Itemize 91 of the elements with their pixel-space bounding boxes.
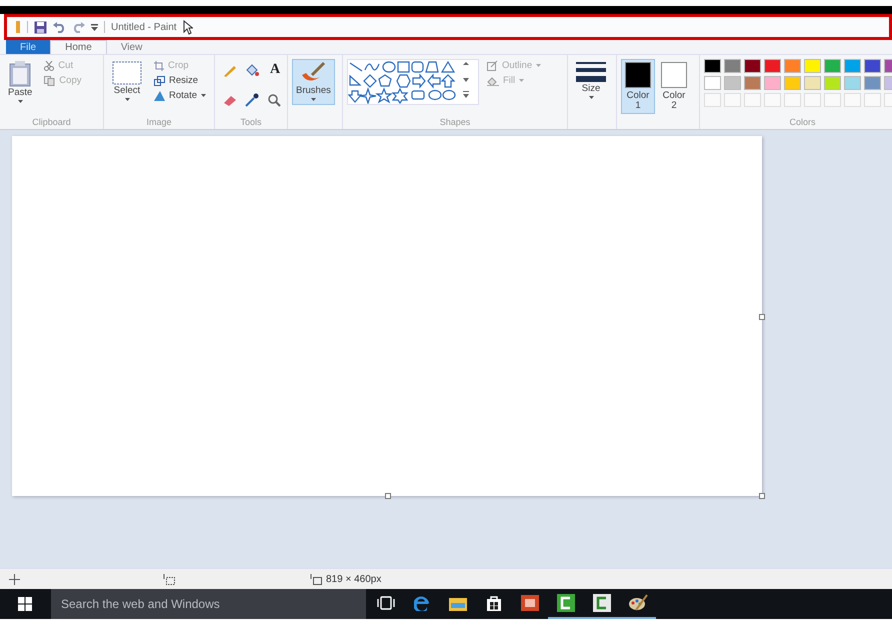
- palette-color[interactable]: [764, 59, 781, 73]
- magnifier-icon[interactable]: [267, 93, 281, 107]
- browser-logo-icon: [414, 595, 430, 611]
- resize-button[interactable]: Resize: [152, 74, 208, 87]
- undo-icon[interactable]: [53, 22, 66, 32]
- presentation-app-icon: [521, 595, 539, 611]
- canvas-size-icon: [310, 574, 322, 584]
- palette-color[interactable]: [784, 76, 801, 90]
- size-button[interactable]: Size: [572, 59, 610, 103]
- redo-icon[interactable]: [72, 22, 85, 32]
- empty-palette-slot[interactable]: [724, 93, 741, 107]
- caret-icon: [124, 98, 130, 101]
- window-title: Untitled - Paint: [111, 22, 177, 32]
- palette-color[interactable]: [804, 59, 821, 73]
- empty-palette-slot[interactable]: [704, 93, 721, 107]
- resize-handle[interactable]: [759, 314, 765, 320]
- rotate-icon: [154, 90, 165, 100]
- bracket-app-icon: [557, 594, 575, 612]
- pencil-icon[interactable]: [223, 63, 237, 77]
- fill-bucket-icon[interactable]: [245, 63, 259, 77]
- brushes-button[interactable]: Brushes: [292, 59, 335, 105]
- palette-color[interactable]: [824, 76, 841, 90]
- resize-icon: [154, 76, 165, 86]
- palette-color[interactable]: [744, 59, 761, 73]
- paint-app-icon[interactable]: [15, 20, 21, 34]
- outline-pen-icon: [487, 60, 498, 71]
- group-label: Tools: [240, 117, 262, 129]
- task-view-icon: [377, 596, 395, 610]
- group-label: Clipboard: [32, 117, 71, 129]
- caret-icon: [588, 96, 594, 99]
- line-widths-icon: [576, 61, 606, 83]
- caret-icon: [536, 64, 542, 67]
- file-tab[interactable]: File: [6, 40, 50, 54]
- save-icon[interactable]: [34, 20, 47, 34]
- group-label: Image: [146, 117, 172, 129]
- caret-icon: [201, 94, 206, 97]
- color-picker-icon[interactable]: [245, 93, 259, 107]
- palette-color[interactable]: [844, 76, 861, 90]
- group-label: Colors: [789, 117, 816, 129]
- group-label: Shapes: [440, 117, 470, 129]
- clipboard-icon: [9, 61, 32, 87]
- folder-icon: [449, 596, 467, 610]
- palette-color[interactable]: [864, 76, 881, 90]
- ribbon-tab[interactable]: Home: [50, 40, 107, 54]
- crop-icon: [154, 60, 164, 70]
- caret-icon: [18, 100, 23, 103]
- empty-palette-slot[interactable]: [784, 93, 801, 107]
- color-slot-button[interactable]: Color 2: [657, 59, 691, 114]
- mouse-pointer-icon: [182, 20, 193, 34]
- eraser-icon[interactable]: [223, 93, 237, 107]
- palette-brush-icon: [628, 594, 648, 612]
- empty-palette-slot[interactable]: [824, 93, 841, 107]
- windows-start-icon[interactable]: [18, 597, 32, 611]
- palette-color[interactable]: [744, 76, 761, 90]
- palette-color[interactable]: [784, 59, 801, 73]
- empty-palette-slot[interactable]: [744, 93, 761, 107]
- palette-color[interactable]: [844, 59, 861, 73]
- paste-button[interactable]: Paste: [4, 59, 36, 107]
- palette-color[interactable]: [704, 76, 721, 90]
- selection-size-icon: [163, 574, 175, 584]
- select-button[interactable]: Select: [108, 59, 146, 105]
- search-field[interactable]: Search the web and Windows: [51, 589, 366, 619]
- scissors-icon: [44, 60, 54, 70]
- fill-icon: [487, 76, 499, 86]
- ribbon-tab[interactable]: View: [106, 40, 156, 54]
- palette-color[interactable]: [764, 76, 781, 90]
- empty-palette-slot[interactable]: [864, 93, 881, 107]
- shopping-bag-icon: [486, 595, 502, 611]
- text-tool-button[interactable]: A: [267, 63, 283, 77]
- bracket-app-icon: [593, 594, 611, 612]
- empty-palette-slot[interactable]: [844, 93, 861, 107]
- palette-color[interactable]: [864, 59, 881, 73]
- palette-color[interactable]: [824, 59, 841, 73]
- empty-palette-slot[interactable]: [764, 93, 781, 107]
- palette-color[interactable]: [724, 59, 741, 73]
- cursor-position-icon: [9, 574, 20, 584]
- palette-color[interactable]: [804, 76, 821, 90]
- rotate-button[interactable]: Rotate: [152, 89, 208, 102]
- canvas-size-text: 819 × 460px: [326, 574, 382, 584]
- customize-dropdown-icon[interactable]: [91, 24, 98, 30]
- resize-handle[interactable]: [385, 493, 391, 499]
- palette-color[interactable]: [724, 76, 741, 90]
- empty-palette-slot[interactable]: [804, 93, 821, 107]
- palette-color[interactable]: [704, 59, 721, 73]
- caret-icon: [519, 79, 524, 82]
- caret-icon: [310, 98, 316, 101]
- resize-handle[interactable]: [759, 493, 765, 499]
- color-slot-button[interactable]: Color 1: [621, 59, 655, 114]
- selection-rectangle-icon: [112, 61, 142, 85]
- copy-icon: [44, 76, 56, 86]
- shapes-gallery-drawing[interactable]: [347, 59, 479, 105]
